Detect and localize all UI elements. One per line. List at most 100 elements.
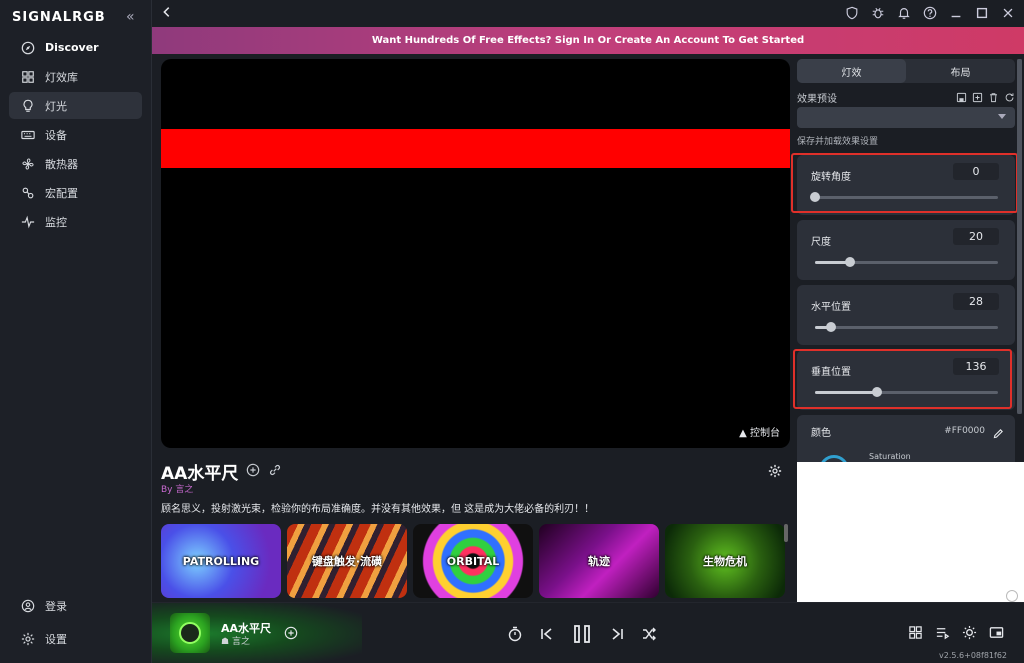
sidebar: SIGNALRGB « Discover 灯效库 灯光 设备 散热器 宏配置 监… bbox=[0, 0, 152, 663]
mini-player-icon[interactable] bbox=[989, 625, 1004, 644]
shield-icon[interactable] bbox=[844, 5, 860, 21]
compass-icon bbox=[21, 41, 35, 55]
slider-track[interactable] bbox=[815, 322, 998, 332]
thumbnail-card[interactable]: PATROLLING bbox=[161, 524, 281, 598]
help-icon[interactable] bbox=[922, 5, 938, 21]
highlight-box-rotation bbox=[791, 153, 1018, 213]
shuffle-icon[interactable] bbox=[641, 626, 657, 642]
sidebar-item-label: 灯光 bbox=[45, 99, 67, 113]
fan-icon bbox=[21, 157, 35, 171]
playback-controls bbox=[507, 623, 657, 645]
trash-icon[interactable] bbox=[988, 92, 999, 103]
sidebar-item-login[interactable]: 登录 bbox=[9, 592, 142, 619]
gear-icon bbox=[21, 632, 35, 646]
thumbnail-label: 生物危机 bbox=[703, 555, 747, 568]
edit-color-button[interactable] bbox=[992, 425, 1005, 444]
save-icon[interactable] bbox=[956, 92, 967, 103]
main-scrollbar[interactable] bbox=[784, 524, 788, 542]
highlight-box-vertical bbox=[793, 349, 1012, 409]
title-bar bbox=[152, 0, 1024, 27]
color-card: 颜色 #FF0000 Saturation bbox=[797, 415, 1015, 462]
slider-knob[interactable] bbox=[826, 322, 837, 332]
sidebar-item-label: 宏配置 bbox=[45, 186, 78, 200]
add-circle-icon bbox=[284, 626, 298, 640]
console-toggle[interactable]: ▲ 控制台 bbox=[739, 424, 780, 439]
slider-horizontal-card: 水平位置 28 bbox=[797, 285, 1015, 345]
slider-value-input[interactable]: 28 bbox=[953, 293, 999, 310]
laser-beam bbox=[161, 129, 790, 168]
sidebar-item-discover[interactable]: Discover bbox=[9, 34, 142, 61]
slider-track[interactable] bbox=[815, 257, 998, 267]
sidebar-item-devices[interactable]: 设备 bbox=[9, 121, 142, 148]
sidebar-item-lighting[interactable]: 灯光 bbox=[9, 92, 142, 119]
reset-icon[interactable] bbox=[1004, 92, 1015, 103]
maximize-icon[interactable] bbox=[974, 5, 990, 21]
sidebar-item-monitor[interactable]: 监控 bbox=[9, 208, 142, 235]
macro-icon bbox=[21, 186, 35, 200]
effect-author[interactable]: By 言之 bbox=[161, 482, 193, 495]
thumbnail-label: ORBITAL bbox=[446, 554, 500, 568]
pause-icon[interactable] bbox=[571, 623, 593, 645]
player-bar: AA水平尺 ☗ 言之 v2.5.6+08f81f62 bbox=[152, 602, 1024, 663]
thumbnail-card[interactable]: 轨迹 bbox=[539, 524, 659, 598]
sign-in-banner[interactable]: Want Hundreds Of Free Effects? Sign In O… bbox=[152, 27, 1024, 54]
brightness-icon[interactable] bbox=[962, 625, 977, 644]
tab-effects[interactable]: 灯效 bbox=[797, 59, 906, 83]
sidebar-item-label: 设备 bbox=[45, 128, 67, 142]
slider-value-input[interactable]: 20 bbox=[953, 228, 999, 245]
preset-help-text: 保存并加载效果设置 bbox=[797, 137, 879, 147]
sidebar-item-label: 散热器 bbox=[45, 157, 78, 171]
thumbnail-card[interactable]: 生物危机 bbox=[665, 524, 785, 598]
collapse-sidebar-button[interactable]: « bbox=[126, 9, 135, 25]
scrollbar-thumb[interactable] bbox=[1017, 59, 1022, 414]
back-button[interactable] bbox=[160, 4, 174, 23]
effect-settings-button[interactable] bbox=[768, 463, 782, 482]
minimize-icon[interactable] bbox=[948, 5, 964, 21]
effect-preview: ▲ 控制台 bbox=[161, 59, 790, 448]
author-prefix: By bbox=[161, 485, 173, 495]
effect-title: AA水平尺 bbox=[161, 464, 239, 484]
keyboard-icon bbox=[21, 128, 35, 142]
grid-icon[interactable] bbox=[908, 625, 923, 644]
bell-icon[interactable] bbox=[896, 5, 912, 21]
thumbnail-card[interactable]: ORBITAL bbox=[413, 524, 533, 598]
now-playing-author: ☗ 言之 bbox=[221, 634, 250, 647]
now-playing-author-name: 言之 bbox=[231, 637, 250, 647]
save-as-icon[interactable] bbox=[972, 92, 983, 103]
preset-actions bbox=[956, 92, 1015, 103]
thumbnail-label: PATROLLING bbox=[182, 554, 260, 568]
now-playing-thumbnail[interactable] bbox=[170, 613, 210, 653]
player-right-controls bbox=[908, 625, 1004, 644]
sidebar-item-macros[interactable]: 宏配置 bbox=[9, 179, 142, 206]
add-circle-icon[interactable] bbox=[246, 462, 260, 482]
close-icon[interactable] bbox=[1000, 5, 1016, 21]
sidebar-item-cooling[interactable]: 散热器 bbox=[9, 150, 142, 177]
pulse-icon bbox=[21, 215, 35, 229]
sidebar-item-library[interactable]: 灯效库 bbox=[9, 63, 142, 90]
slider-knob[interactable] bbox=[844, 257, 855, 267]
lightbulb-icon bbox=[21, 99, 35, 113]
tab-layout[interactable]: 布局 bbox=[906, 59, 1015, 83]
preset-select[interactable] bbox=[797, 107, 1015, 128]
effect-controls-panel: 灯效 布局 效果预设 保存并加载效果设置 bbox=[797, 59, 1015, 147]
pencil-icon bbox=[993, 429, 1003, 439]
panel-tabs: 灯效 布局 bbox=[797, 59, 1015, 83]
color-hex-value[interactable]: #FF0000 bbox=[944, 426, 985, 436]
color-wheel[interactable] bbox=[819, 455, 849, 462]
bug-icon[interactable] bbox=[870, 5, 886, 21]
thumbnail-card[interactable]: 键盘触发·流磺 bbox=[287, 524, 407, 598]
timer-icon[interactable] bbox=[507, 626, 523, 642]
effect-icon bbox=[179, 622, 201, 644]
sidebar-item-settings[interactable]: 设置 bbox=[9, 625, 142, 652]
queue-icon[interactable] bbox=[935, 625, 950, 644]
app-window: SIGNALRGB « Discover 灯效库 灯光 设备 散热器 宏配置 监… bbox=[0, 0, 1024, 663]
author-name: 言之 bbox=[175, 485, 194, 495]
add-to-library-button[interactable] bbox=[284, 625, 298, 644]
effect-description: 顾名思义，投射激光束，检验你的布局准确度。并没有其他效果，但 这是成为大佬必备的… bbox=[161, 504, 595, 515]
slider-label: 水平位置 bbox=[811, 302, 851, 313]
link-icon[interactable] bbox=[268, 462, 282, 482]
sidebar-item-label: 监控 bbox=[45, 215, 67, 229]
panel-scrollbar[interactable] bbox=[1017, 59, 1022, 414]
next-icon[interactable] bbox=[609, 626, 625, 642]
previous-icon[interactable] bbox=[539, 626, 555, 642]
